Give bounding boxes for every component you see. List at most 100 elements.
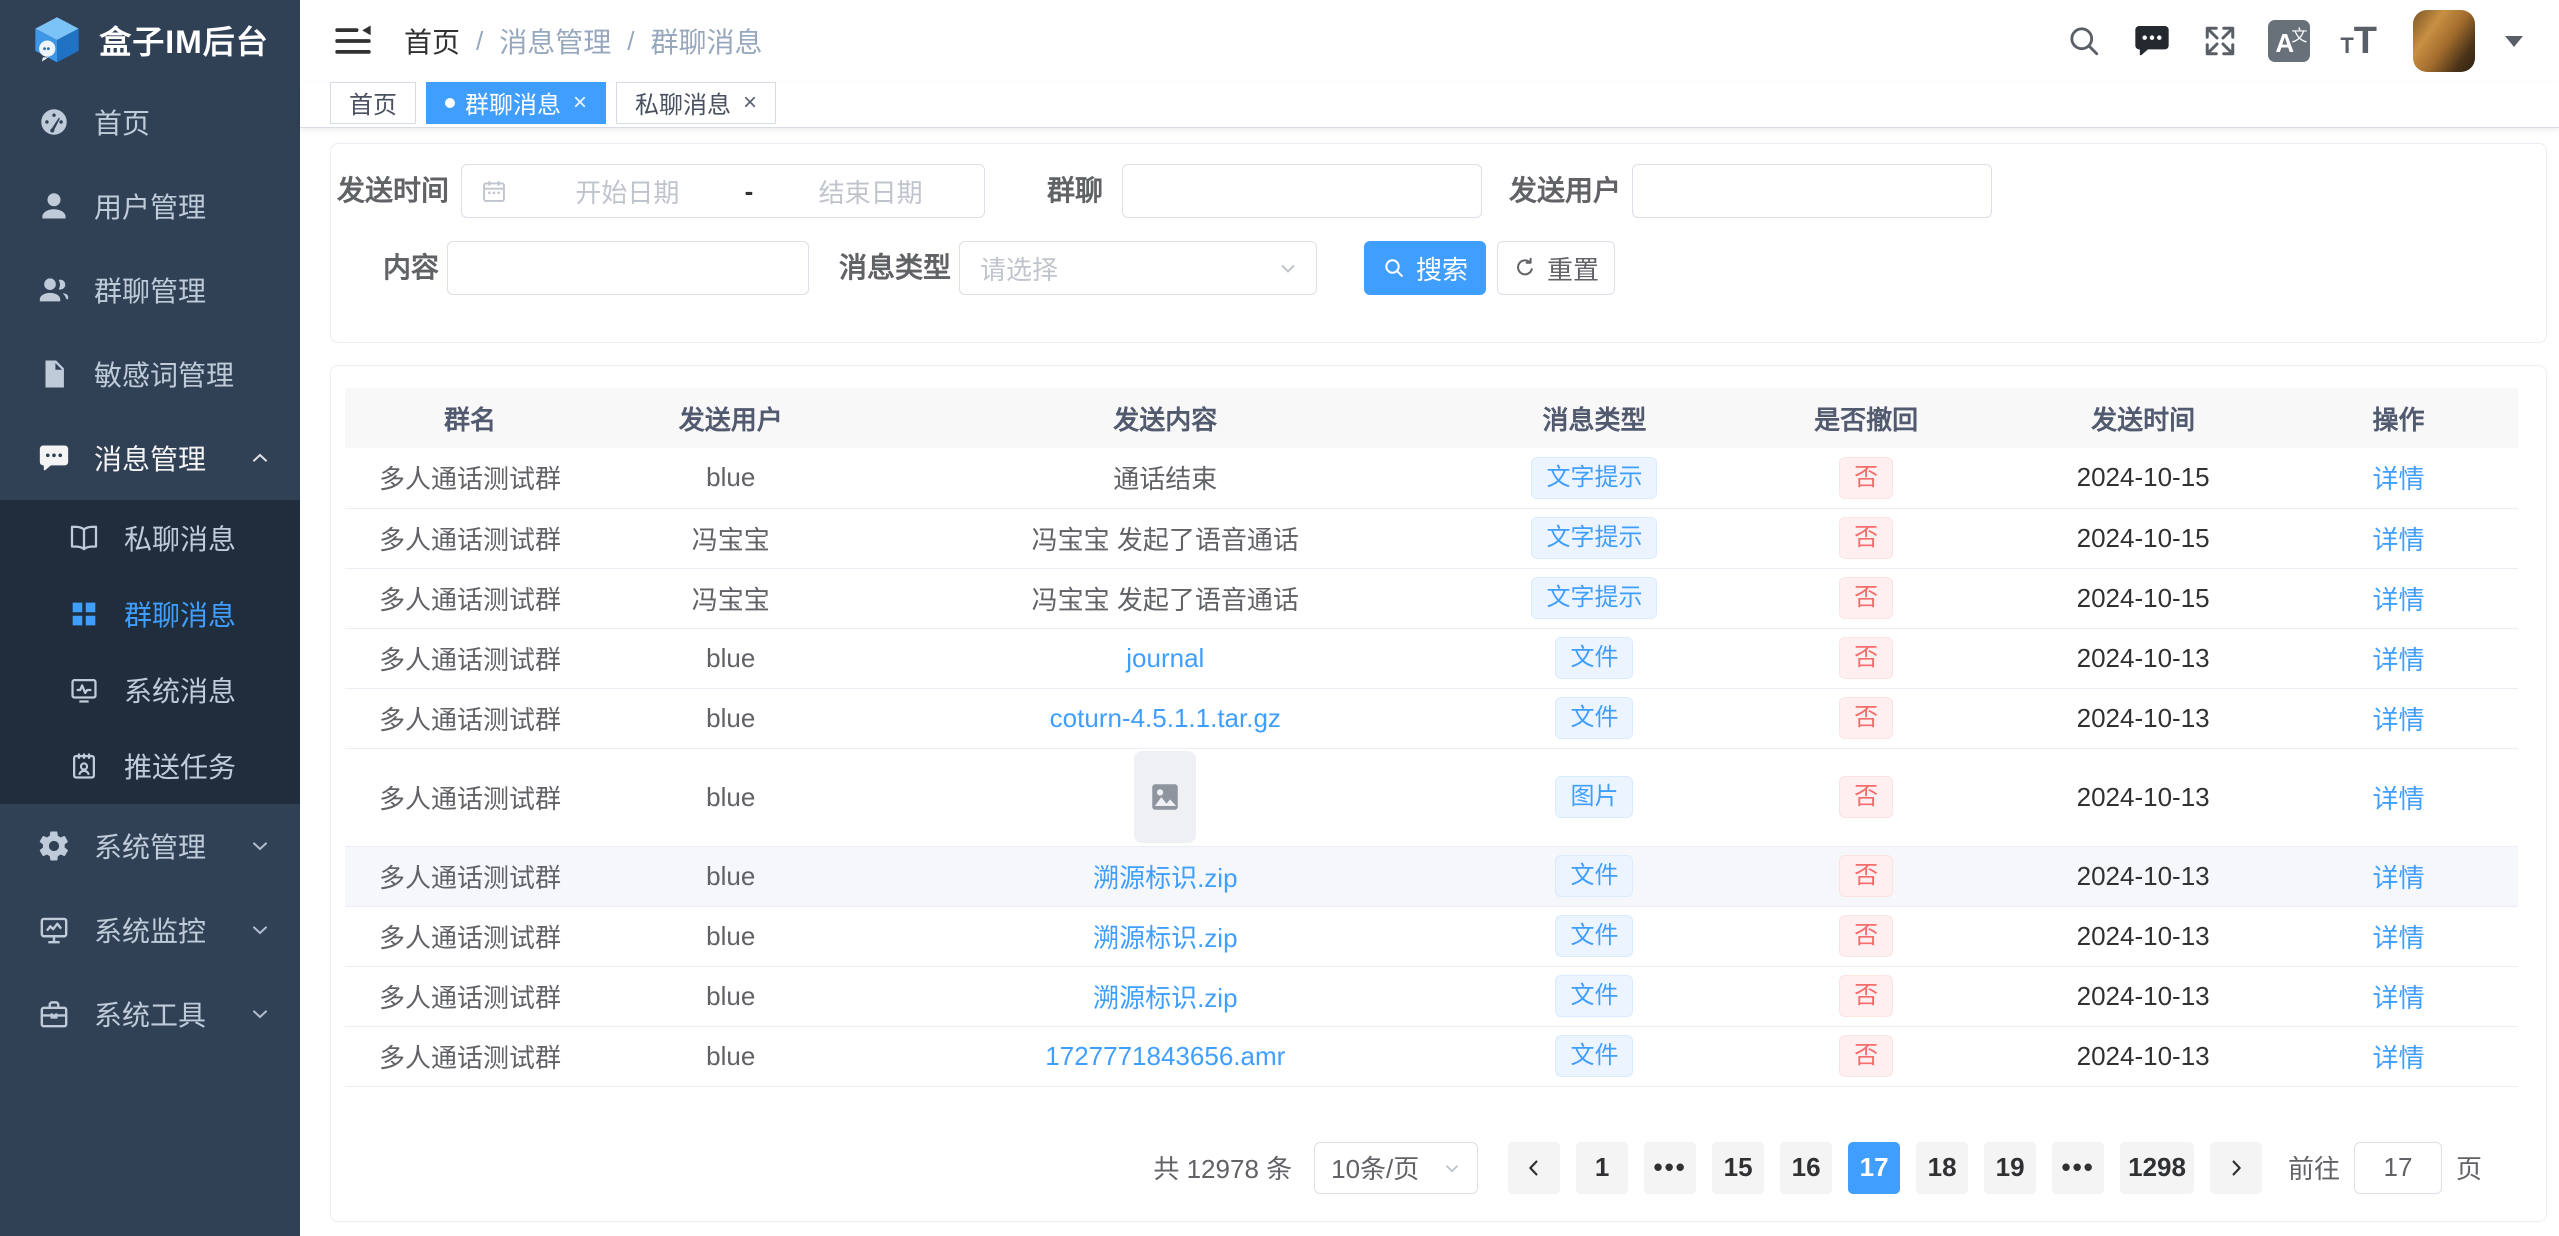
cell-sender: 冯宝宝	[595, 568, 867, 628]
reset-button[interactable]: 重置	[1497, 241, 1615, 295]
prev-page-button[interactable]	[1508, 1142, 1560, 1194]
sidebar-item-sensitive-words[interactable]: 敏感词管理	[0, 332, 300, 416]
sidebar-item-system-mgmt[interactable]: 系统管理	[0, 804, 300, 888]
message-notification-icon[interactable]	[2132, 21, 2172, 61]
more-pages-button[interactable]: •••	[1644, 1142, 1696, 1194]
tab-bar: 首页 群聊消息 × 私聊消息 ×	[300, 82, 2559, 128]
cell-group: 多人通话测试群	[345, 1026, 595, 1086]
recalled-tag: 否	[1839, 517, 1893, 559]
detail-link[interactable]: 详情	[2372, 645, 2424, 675]
more-pages-button[interactable]: •••	[2052, 1142, 2104, 1194]
avatar[interactable]	[2413, 10, 2475, 72]
cell-time: 2024-10-13	[2007, 846, 2279, 906]
tab-close-icon[interactable]: ×	[743, 91, 757, 115]
sidebar-item-group-mgmt[interactable]: 群聊管理	[0, 248, 300, 332]
app-title: 盒子IM后台	[99, 17, 269, 63]
detail-link[interactable]: 详情	[2372, 464, 2424, 494]
tab-私聊消息[interactable]: 私聊消息 ×	[616, 82, 776, 124]
sidebar-item-label: 敏感词管理	[94, 354, 274, 394]
detail-link[interactable]: 详情	[2372, 923, 2424, 953]
page-button-1[interactable]: 1	[1576, 1142, 1628, 1194]
jump-page-input[interactable]	[2354, 1142, 2442, 1194]
tab-close-icon[interactable]: ×	[573, 91, 587, 115]
search-icon[interactable]	[2066, 23, 2102, 59]
recalled-tag: 否	[1839, 577, 1893, 619]
document-icon	[36, 356, 72, 392]
grid-icon	[66, 596, 102, 632]
detail-link[interactable]: 详情	[2372, 784, 2424, 814]
group-input[interactable]	[1122, 164, 1482, 218]
sidebar-item-label: 消息管理	[94, 438, 248, 478]
table-header-cell: 是否撤回	[1725, 388, 2007, 448]
tab-群聊消息[interactable]: 群聊消息 ×	[426, 82, 606, 124]
date-end-placeholder: 结束日期	[757, 173, 984, 210]
cell-type: 图片	[1464, 748, 1725, 846]
cell-type: 文件	[1464, 966, 1725, 1026]
detail-link[interactable]: 详情	[2372, 863, 2424, 893]
detail-link[interactable]: 详情	[2372, 983, 2424, 1013]
detail-link[interactable]: 详情	[2372, 1043, 2424, 1073]
page-button-17[interactable]: 17	[1848, 1142, 1900, 1194]
recalled-tag: 否	[1839, 1035, 1893, 1077]
caret-down-icon[interactable]	[2505, 36, 2523, 47]
sidebar-item-group-messages[interactable]: 群聊消息	[0, 576, 300, 652]
table-card: 群名发送用户发送内容消息类型是否撤回发送时间操作 多人通话测试群 blue 通话…	[330, 365, 2547, 1222]
content-input[interactable]	[447, 241, 809, 295]
detail-link[interactable]: 详情	[2372, 705, 2424, 735]
image-thumbnail[interactable]	[1134, 751, 1196, 843]
table-header-cell: 消息类型	[1464, 388, 1725, 448]
detail-link[interactable]: 详情	[2372, 525, 2424, 555]
cell-recalled: 否	[1725, 906, 2007, 966]
sidebar-item-system-tools[interactable]: 系统工具	[0, 972, 300, 1056]
sidebar-item-user-mgmt[interactable]: 用户管理	[0, 164, 300, 248]
sidebar-item-message-mgmt[interactable]: 消息管理	[0, 416, 300, 500]
page-button-16[interactable]: 16	[1780, 1142, 1832, 1194]
file-link[interactable]: 溯源标识.zip	[1093, 983, 1237, 1013]
sidebar-item-home[interactable]: 首页	[0, 80, 300, 164]
chevron-down-icon	[1441, 1157, 1463, 1179]
chevron-down-icon	[1276, 256, 1300, 280]
search-button[interactable]: 搜索	[1364, 241, 1486, 295]
date-range-picker[interactable]: 开始日期 - 结束日期	[461, 164, 985, 218]
page-button-18[interactable]: 18	[1916, 1142, 1968, 1194]
page-button-15[interactable]: 15	[1712, 1142, 1764, 1194]
sidebar-item-private-messages[interactable]: 私聊消息	[0, 500, 300, 576]
next-page-button[interactable]	[2210, 1142, 2262, 1194]
sidebar-item-label: 首页	[94, 102, 274, 142]
content: 发送时间 开始日期 - 结束日期 群聊 发送用户 内容 消息类型	[300, 128, 2559, 1222]
file-link[interactable]: journal	[1126, 643, 1204, 673]
cell-group: 多人通话测试群	[345, 906, 595, 966]
sidebar-item-system-monitor[interactable]: 系统监控	[0, 888, 300, 972]
page-size-select[interactable]: 10条/页	[1314, 1142, 1478, 1194]
page-button-1298[interactable]: 1298	[2120, 1142, 2194, 1194]
message-type-select[interactable]: 请选择	[959, 241, 1317, 295]
cell-type: 文件	[1464, 846, 1725, 906]
jump-prefix-label: 前往	[2288, 1149, 2340, 1186]
fullscreen-icon[interactable]	[2202, 23, 2238, 59]
file-link[interactable]: 溯源标识.zip	[1093, 863, 1237, 893]
file-link[interactable]: coturn-4.5.1.1.tar.gz	[1050, 703, 1281, 733]
picture-icon	[1147, 779, 1183, 815]
app-logo[interactable]: 盒子IM后台	[0, 0, 300, 80]
sidebar-item-push-tasks[interactable]: 推送任务	[0, 728, 300, 804]
tab-首页[interactable]: 首页	[330, 82, 416, 124]
main-area: 首页/ 消息管理/ 群聊消息 A 文 TT	[300, 0, 2559, 1236]
page-button-19[interactable]: 19	[1984, 1142, 2036, 1194]
file-link[interactable]: 1727771843656.amr	[1045, 1041, 1285, 1071]
sender-input[interactable]	[1632, 164, 1992, 218]
recalled-tag: 否	[1839, 975, 1893, 1017]
toolbox-icon	[36, 996, 72, 1032]
file-link[interactable]: 溯源标识.zip	[1093, 923, 1237, 953]
breadcrumb-separator: /	[627, 26, 634, 57]
cell-content: 溯源标识.zip	[867, 846, 1465, 906]
translate-icon[interactable]: A 文	[2268, 20, 2310, 62]
breadcrumb-item[interactable]: 首页	[404, 21, 460, 61]
sidebar-collapse-icon[interactable]	[334, 22, 372, 60]
table-header-cell: 发送时间	[2007, 388, 2279, 448]
breadcrumb-item[interactable]: 消息管理	[499, 21, 611, 61]
font-size-icon[interactable]: TT	[2340, 20, 2377, 63]
cell-group: 多人通话测试群	[345, 688, 595, 748]
sidebar-item-system-messages[interactable]: 系统消息	[0, 652, 300, 728]
pagination: 共 12978 条 10条/页 1•••1516171819•••1298 前往…	[345, 1142, 2482, 1194]
detail-link[interactable]: 详情	[2372, 585, 2424, 615]
